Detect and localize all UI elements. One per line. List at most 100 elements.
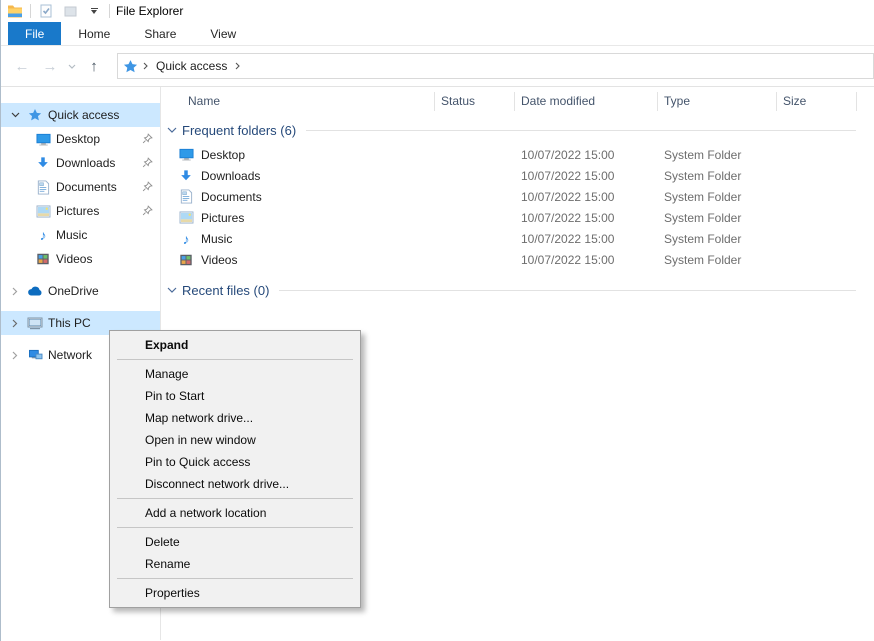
group-header-frequent-folders[interactable]: Frequent folders (6) [161,116,874,144]
sidebar-item-downloads[interactable]: Downloads [1,151,160,175]
forward-button[interactable]: → [37,53,63,79]
sidebar-item-onedrive[interactable]: OneDrive [1,279,160,303]
properties-check-icon [39,4,53,18]
tab-share[interactable]: Share [127,22,193,45]
forward-icon: → [43,58,58,75]
breadcrumb-quick-access[interactable]: Quick access [153,59,230,73]
menu-item-pin-to-start[interactable]: Pin to Start [110,385,360,407]
menu-item-delete[interactable]: Delete [110,531,360,553]
sidebar-item-label: Pictures [56,204,99,218]
column-header-status[interactable]: Status [435,92,515,111]
chevron-right-icon[interactable] [9,319,21,328]
file-row-downloads[interactable]: Downloads 10/07/2022 15:00 System Folder [161,165,874,186]
chevron-down-icon [167,287,177,294]
sidebar-item-label: Quick access [48,108,119,122]
group-header-recent-files[interactable]: Recent files (0) [161,276,874,304]
sidebar-item-pictures[interactable]: Pictures [1,199,160,223]
downloads-icon [35,155,51,171]
chevron-down-icon[interactable] [9,112,21,118]
recent-locations-button[interactable] [65,53,79,79]
sidebar-item-documents[interactable]: Documents [1,175,160,199]
menu-item-disconnect-network-drive[interactable]: Disconnect network drive... [110,473,360,495]
group-label: Frequent folders (6) [182,123,296,138]
ribbon-tab-bar: File Home Share View [1,22,874,46]
tab-file[interactable]: File [8,22,61,45]
menu-item-map-network-drive[interactable]: Map network drive... [110,407,360,429]
column-header-date-modified[interactable]: Date modified [515,92,658,111]
address-bar[interactable]: Quick access [117,53,874,79]
file-row-pictures[interactable]: Pictures 10/07/2022 15:00 System Folder [161,207,874,228]
menu-separator [117,359,353,360]
file-date-modified: 10/07/2022 15:00 [515,253,658,267]
file-name: Music [201,232,232,246]
back-button[interactable]: ← [9,53,35,79]
group-label: Recent files (0) [182,283,269,298]
navigation-bar: ← → ↑ Quick access [1,46,874,87]
menu-item-rename[interactable]: Rename [110,553,360,575]
videos-icon [178,252,194,268]
sidebar-item-label: Videos [56,252,92,266]
up-icon: ↑ [90,58,98,75]
file-name: Pictures [201,211,244,225]
file-type: System Folder [658,169,777,183]
documents-icon [35,179,51,195]
file-type: System Folder [658,211,777,225]
menu-item-add-a-network-location[interactable]: Add a network location [110,502,360,524]
chevron-down-icon [68,64,76,69]
group-rule [279,290,856,291]
file-row-music[interactable]: ♪ Music 10/07/2022 15:00 System Folder [161,228,874,249]
sidebar-item-desktop[interactable]: Desktop [1,127,160,151]
menu-item-pin-to-quick-access[interactable]: Pin to Quick access [110,451,360,473]
menu-item-manage[interactable]: Manage [110,363,360,385]
file-row-documents[interactable]: Documents 10/07/2022 15:00 System Folder [161,186,874,207]
pin-icon [142,181,153,195]
chevron-right-icon[interactable] [9,351,21,360]
menu-item-expand[interactable]: Expand [110,334,360,356]
sidebar-item-label: Network [48,348,92,362]
file-name: Documents [201,190,262,204]
network-icon [27,347,43,363]
file-explorer-window: File Explorer File Home Share View ← → ↑… [0,0,874,641]
file-type: System Folder [658,232,777,246]
tab-view[interactable]: View [193,22,253,45]
desktop-icon [35,131,51,147]
chevron-down-icon [167,127,177,134]
this-pc-context-menu: Expand Manage Pin to Start Map network d… [109,330,361,608]
column-header-size[interactable]: Size [777,92,857,111]
file-type: System Folder [658,190,777,204]
music-icon: ♪ [35,227,51,243]
title-bar: File Explorer [1,0,874,22]
sidebar-item-quick-access[interactable]: Quick access [1,103,160,127]
sidebar-item-label: Desktop [56,132,100,146]
sidebar-item-music[interactable]: ♪ Music [1,223,160,247]
file-type: System Folder [658,253,777,267]
documents-icon [178,189,194,205]
qat-properties-button[interactable] [37,2,55,20]
file-name: Downloads [201,169,260,183]
file-row-videos[interactable]: Videos 10/07/2022 15:00 System Folder [161,249,874,270]
menu-item-open-in-new-window[interactable]: Open in new window [110,429,360,451]
qat-customize-dropdown-button[interactable] [85,2,103,20]
quick-access-star-icon [27,107,43,123]
column-header-type[interactable]: Type [658,92,777,111]
sidebar-item-label: This PC [48,316,91,330]
titlebar-separator [109,4,110,18]
file-date-modified: 10/07/2022 15:00 [515,232,658,246]
tab-home[interactable]: Home [61,22,127,45]
sidebar-item-label: Music [56,228,87,242]
sidebar-item-label: OneDrive [48,284,99,298]
window-title: File Explorer [116,4,183,18]
file-row-desktop[interactable]: Desktop 10/07/2022 15:00 System Folder [161,144,874,165]
column-header-name[interactable]: Name [161,92,435,111]
file-date-modified: 10/07/2022 15:00 [515,211,658,225]
qat-dropdown-icon [87,8,101,14]
menu-separator [117,578,353,579]
pin-icon [142,157,153,171]
up-button[interactable]: ↑ [81,53,107,79]
pin-icon [142,133,153,147]
chevron-right-icon[interactable] [9,287,21,296]
sidebar-item-videos[interactable]: Videos [1,247,160,271]
videos-icon [35,251,51,267]
qat-new-folder-button[interactable] [61,2,79,20]
menu-item-properties[interactable]: Properties [110,582,360,604]
